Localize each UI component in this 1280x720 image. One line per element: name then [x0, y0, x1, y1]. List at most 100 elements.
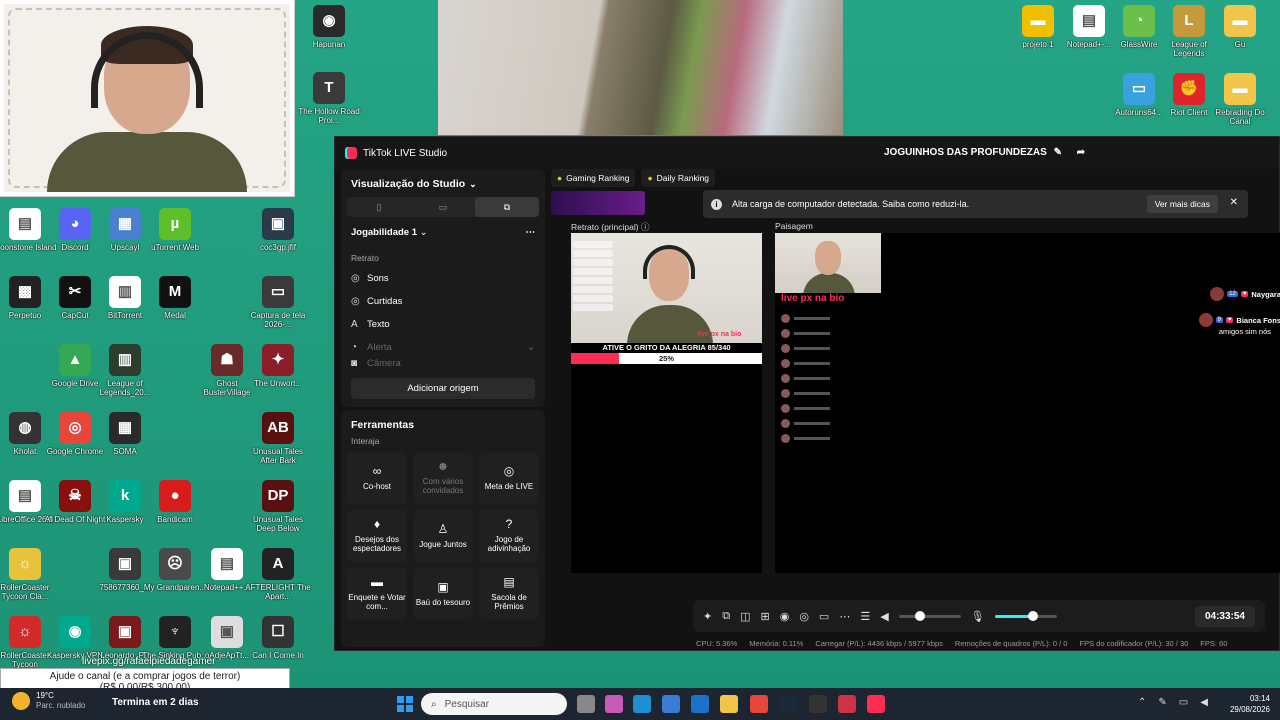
settings-sliders-icon[interactable]: ☰: [860, 610, 870, 623]
taskbar: 19°C Parc. nublado Termina em 2 dias ⌕ Pe…: [0, 688, 1280, 720]
desktop-icon[interactable]: ◉ Hapunan: [294, 5, 364, 49]
app-icon: ●: [159, 480, 191, 512]
speaker-icon[interactable]: ◀: [880, 610, 888, 623]
tool-button[interactable]: ♦ Desejos dos espectadores: [347, 510, 407, 562]
badge: ♥: [1240, 291, 1249, 297]
help-icon[interactable]: ⓘ: [641, 222, 650, 232]
steam-icon[interactable]: [779, 695, 797, 713]
tool-button[interactable]: ∞ Co-host: [347, 452, 407, 504]
speaker-icon[interactable]: ◀: [1200, 697, 1208, 708]
more-tips-button[interactable]: Ver mais dicas: [1146, 195, 1218, 213]
orientation-dual[interactable]: ⧉: [475, 197, 539, 217]
tool-button[interactable]: ? Jogo de adivinhação: [479, 510, 539, 562]
gaming-ranking-button[interactable]: ● Gaming Ranking: [551, 169, 636, 187]
more-icon[interactable]: ⋯: [839, 610, 850, 623]
tool-label: Baú do tesouro: [415, 597, 471, 607]
copilot-icon[interactable]: [605, 695, 623, 713]
add-scene-icon[interactable]: ⊞: [760, 610, 769, 623]
weather-widget[interactable]: 19°C Parc. nublado: [12, 691, 85, 711]
landscape-preview[interactable]: live px na bio: [775, 233, 1280, 573]
app-icon: ▭: [262, 276, 294, 308]
scene-selector[interactable]: Jogabilidade 1 ⌄ ⋯: [341, 227, 545, 238]
portrait-preview[interactable]: live px na bio ATIVE O GRITO DA ALEGRIA …: [571, 233, 762, 573]
left-panel: Visualização do Studio ⌄ ▯ ▭ ⧉ Jogabilida…: [341, 169, 545, 647]
desktop-icon[interactable]: ● Bandicam: [140, 480, 210, 524]
mic-knob[interactable]: [1028, 610, 1039, 621]
app-title: TikTok LIVE Studio: [363, 147, 448, 159]
tools-panel: Ferramentas Interaja ∞ Co-host ☻ Com vários…: [341, 410, 545, 647]
edge-icon[interactable]: [633, 695, 651, 713]
source-item[interactable]: A Texto: [341, 313, 545, 336]
monitor-icon[interactable]: ▭: [1179, 697, 1188, 708]
mic-slider[interactable]: [994, 610, 1057, 621]
app-icon[interactable]: [838, 695, 856, 713]
live-icon[interactable]: ◎: [799, 610, 809, 623]
source-item[interactable]: ◔ Alerta ⌄: [341, 336, 545, 359]
tool-button[interactable]: ☻ Com vários convidados: [413, 452, 473, 504]
orientation-landscape[interactable]: ▭: [411, 197, 475, 217]
tool-button[interactable]: ▬ Enquete e Votar com...: [347, 568, 407, 620]
record-icon[interactable]: ◉: [780, 610, 790, 623]
tool-button[interactable]: ▤ Sacola de Prêmios: [479, 568, 539, 620]
file-explorer-icon[interactable]: [720, 695, 738, 713]
search-input[interactable]: ⌕ Pesquisar: [421, 693, 567, 715]
desktop-icon[interactable]: ▥ League of Legends_20...: [90, 344, 160, 397]
app-icon: M: [159, 276, 191, 308]
orientation-portrait[interactable]: ▯: [347, 197, 411, 217]
tiktok-live-icon[interactable]: [867, 695, 885, 713]
desktop-icon[interactable]: ✦ The Unwort...: [243, 344, 313, 388]
add-source-button[interactable]: Adicionar origem: [351, 378, 535, 399]
app-icon: ▦: [109, 412, 141, 444]
daily-ranking-label: Daily Ranking: [656, 173, 710, 183]
layout-icon[interactable]: ⧉: [722, 610, 730, 623]
magic-wand-icon[interactable]: ✦: [703, 610, 712, 623]
volume-slider[interactable]: [898, 610, 961, 621]
studio-view-dropdown[interactable]: Visualização do Studio ⌄: [341, 169, 545, 199]
task-view-icon[interactable]: [577, 695, 595, 713]
promo-banner[interactable]: [551, 191, 645, 215]
chevron-up-icon[interactable]: ⌃: [1138, 697, 1146, 708]
volume-knob[interactable]: [915, 610, 926, 621]
desktop-icon[interactable]: µ uTorrent Web: [140, 208, 210, 252]
desktop-icon[interactable]: A AFTERLIGHT The Apart...: [243, 548, 313, 601]
desktop-icon[interactable]: M Medal: [140, 276, 210, 320]
tool-icon: ♙: [437, 522, 449, 536]
capcut-icon[interactable]: [809, 695, 827, 713]
desktop-icon[interactable]: ▦ SOMA: [90, 412, 160, 456]
app-icon: ☹: [159, 548, 191, 580]
outlook-icon[interactable]: [691, 695, 709, 713]
more-options-icon[interactable]: ⋯: [526, 227, 536, 238]
desktop-icon[interactable]: ▭ Captura de tela 2026-...: [243, 276, 313, 329]
desktop-icon-label: RollerCoaster Tycoon Cla...: [0, 583, 50, 602]
edit-icon[interactable]: ✎: [1054, 147, 1062, 158]
desktop-icon[interactable]: ▬ Rebrading Do Canal: [1205, 73, 1275, 126]
news-widget[interactable]: Termina em 2 dias: [112, 697, 199, 708]
windows-start-icon[interactable]: [397, 696, 413, 712]
tool-button[interactable]: ▣ Baú do tesouro: [413, 568, 473, 620]
clock[interactable]: 03:14 29/08/2026: [1230, 693, 1270, 715]
desktop-icon[interactable]: ▣ coc3gp.jfif: [243, 208, 313, 252]
desktop-icon[interactable]: ▬ Gu: [1205, 5, 1275, 49]
desktop-icon[interactable]: AB Unusual Tales After Bark: [243, 412, 313, 465]
camera-icon[interactable]: ▭: [819, 610, 829, 623]
daily-ranking-button[interactable]: ● Daily Ranking: [641, 169, 716, 187]
desktop-icon[interactable]: ☼ RollerCoaster Tycoon Cla...: [0, 548, 60, 601]
chevron-down-icon[interactable]: ⌄: [527, 342, 535, 353]
tool-button[interactable]: ♙ Jogue Juntos: [413, 510, 473, 562]
headset: [643, 245, 695, 279]
app-icon: ♆: [159, 616, 191, 648]
desktop-icon[interactable]: DP Unusual Tales Deep Below: [243, 480, 313, 533]
microphone-icon[interactable]: 🎙: [971, 610, 985, 623]
store-icon[interactable]: [662, 695, 680, 713]
chrome-icon[interactable]: [750, 695, 768, 713]
desktop-icon[interactable]: T The Hollow Road Prol...: [294, 72, 364, 125]
screenshot-icon[interactable]: ◫: [740, 610, 750, 623]
room-title-group[interactable]: JOGUINHOS DAS PROFUNDEZAS ✎ ➦: [884, 147, 1085, 158]
source-item[interactable]: ◙ Câmera: [341, 359, 545, 367]
pen-icon[interactable]: ✎: [1158, 697, 1166, 708]
source-item[interactable]: ◎ Sons: [341, 267, 545, 290]
source-item[interactable]: ◎ Curtidas: [341, 290, 545, 313]
close-icon[interactable]: ✕: [1230, 197, 1238, 208]
share-icon[interactable]: ➦: [1077, 147, 1085, 158]
tool-button[interactable]: ◎ Meta de LIVE: [479, 452, 539, 504]
